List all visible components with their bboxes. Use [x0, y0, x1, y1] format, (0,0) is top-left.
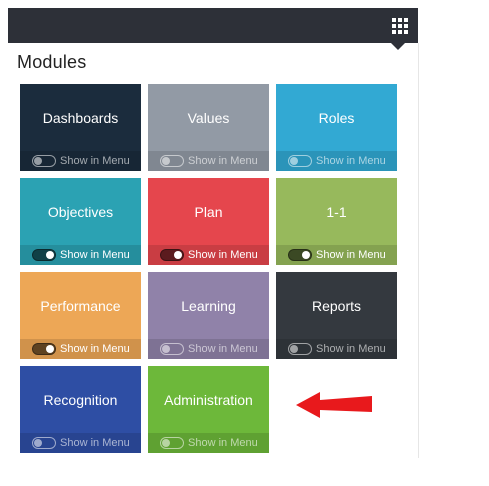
module-tile-roles[interactable]: Roles Show in Menu	[276, 84, 397, 171]
toggle-knob	[290, 345, 298, 353]
toggle-knob	[302, 251, 310, 259]
dropdown-caret	[391, 43, 405, 50]
module-footer: Show in Menu	[20, 151, 141, 171]
module-title: Recognition	[43, 392, 118, 408]
module-footer: Show in Menu	[148, 245, 269, 265]
toggle-knob	[46, 345, 54, 353]
show-in-menu-toggle[interactable]	[160, 155, 184, 167]
module-tile-plan[interactable]: Plan Show in Menu	[148, 178, 269, 265]
show-in-menu-toggle[interactable]	[160, 249, 184, 261]
show-in-menu-toggle[interactable]	[288, 249, 312, 261]
module-title: Objectives	[47, 204, 114, 220]
show-in-menu-toggle[interactable]	[160, 343, 184, 355]
toggle-knob	[162, 439, 170, 447]
module-title: Values	[187, 110, 230, 126]
module-footer: Show in Menu	[20, 339, 141, 359]
show-in-menu-label: Show in Menu	[188, 249, 258, 261]
module-footer: Show in Menu	[148, 339, 269, 359]
grid-icon[interactable]	[390, 16, 410, 36]
show-in-menu-label: Show in Menu	[188, 155, 258, 167]
show-in-menu-toggle[interactable]	[32, 249, 56, 261]
module-footer: Show in Menu	[20, 433, 141, 453]
show-in-menu-label: Show in Menu	[188, 343, 258, 355]
show-in-menu-label: Show in Menu	[188, 437, 258, 449]
red-arrow-icon	[296, 392, 372, 418]
panel-border	[418, 43, 419, 458]
module-title: Reports	[311, 298, 362, 314]
module-footer: Show in Menu	[148, 151, 269, 171]
toggle-knob	[290, 157, 298, 165]
module-tile-administration[interactable]: Administration Show in Menu	[148, 366, 269, 453]
top-bar	[8, 8, 418, 43]
toggle-knob	[162, 345, 170, 353]
module-tile-recognition[interactable]: Recognition Show in Menu	[20, 366, 141, 453]
show-in-menu-label: Show in Menu	[60, 155, 130, 167]
modules-heading: Modules	[17, 52, 87, 72]
module-title: Performance	[40, 298, 121, 314]
show-in-menu-toggle[interactable]	[32, 155, 56, 167]
toggle-knob	[162, 157, 170, 165]
module-tile-learning[interactable]: Learning Show in Menu	[148, 272, 269, 359]
module-footer: Show in Menu	[276, 245, 397, 265]
toggle-knob	[46, 251, 54, 259]
show-in-menu-toggle[interactable]	[32, 437, 56, 449]
module-title: Administration	[164, 392, 253, 408]
module-footer: Show in Menu	[148, 433, 269, 453]
show-in-menu-label: Show in Menu	[60, 343, 130, 355]
module-tile-dashboards[interactable]: Dashboards Show in Menu	[20, 84, 141, 171]
show-in-menu-toggle[interactable]	[32, 343, 56, 355]
module-tile-1-1[interactable]: 1-1 Show in Menu	[276, 178, 397, 265]
module-footer: Show in Menu	[276, 151, 397, 171]
module-tile-values[interactable]: Values Show in Menu	[148, 84, 269, 171]
module-title: Dashboards	[42, 110, 119, 126]
module-title: Roles	[318, 110, 355, 126]
toggle-knob	[34, 157, 42, 165]
module-tile-performance[interactable]: Performance Show in Menu	[20, 272, 141, 359]
module-title: 1-1	[326, 204, 347, 220]
show-in-menu-toggle[interactable]	[288, 155, 312, 167]
show-in-menu-label: Show in Menu	[316, 343, 386, 355]
show-in-menu-label: Show in Menu	[316, 155, 386, 167]
module-title: Plan	[194, 204, 223, 220]
toggle-knob	[174, 251, 182, 259]
module-footer: Show in Menu	[276, 339, 397, 359]
show-in-menu-label: Show in Menu	[60, 249, 130, 261]
module-footer: Show in Menu	[20, 245, 141, 265]
module-tile-objectives[interactable]: Objectives Show in Menu	[20, 178, 141, 265]
module-title: Learning	[181, 298, 236, 314]
show-in-menu-toggle[interactable]	[160, 437, 184, 449]
show-in-menu-label: Show in Menu	[60, 437, 130, 449]
show-in-menu-toggle[interactable]	[288, 343, 312, 355]
toggle-knob	[34, 439, 42, 447]
show-in-menu-label: Show in Menu	[316, 249, 386, 261]
module-tile-reports[interactable]: Reports Show in Menu	[276, 272, 397, 359]
